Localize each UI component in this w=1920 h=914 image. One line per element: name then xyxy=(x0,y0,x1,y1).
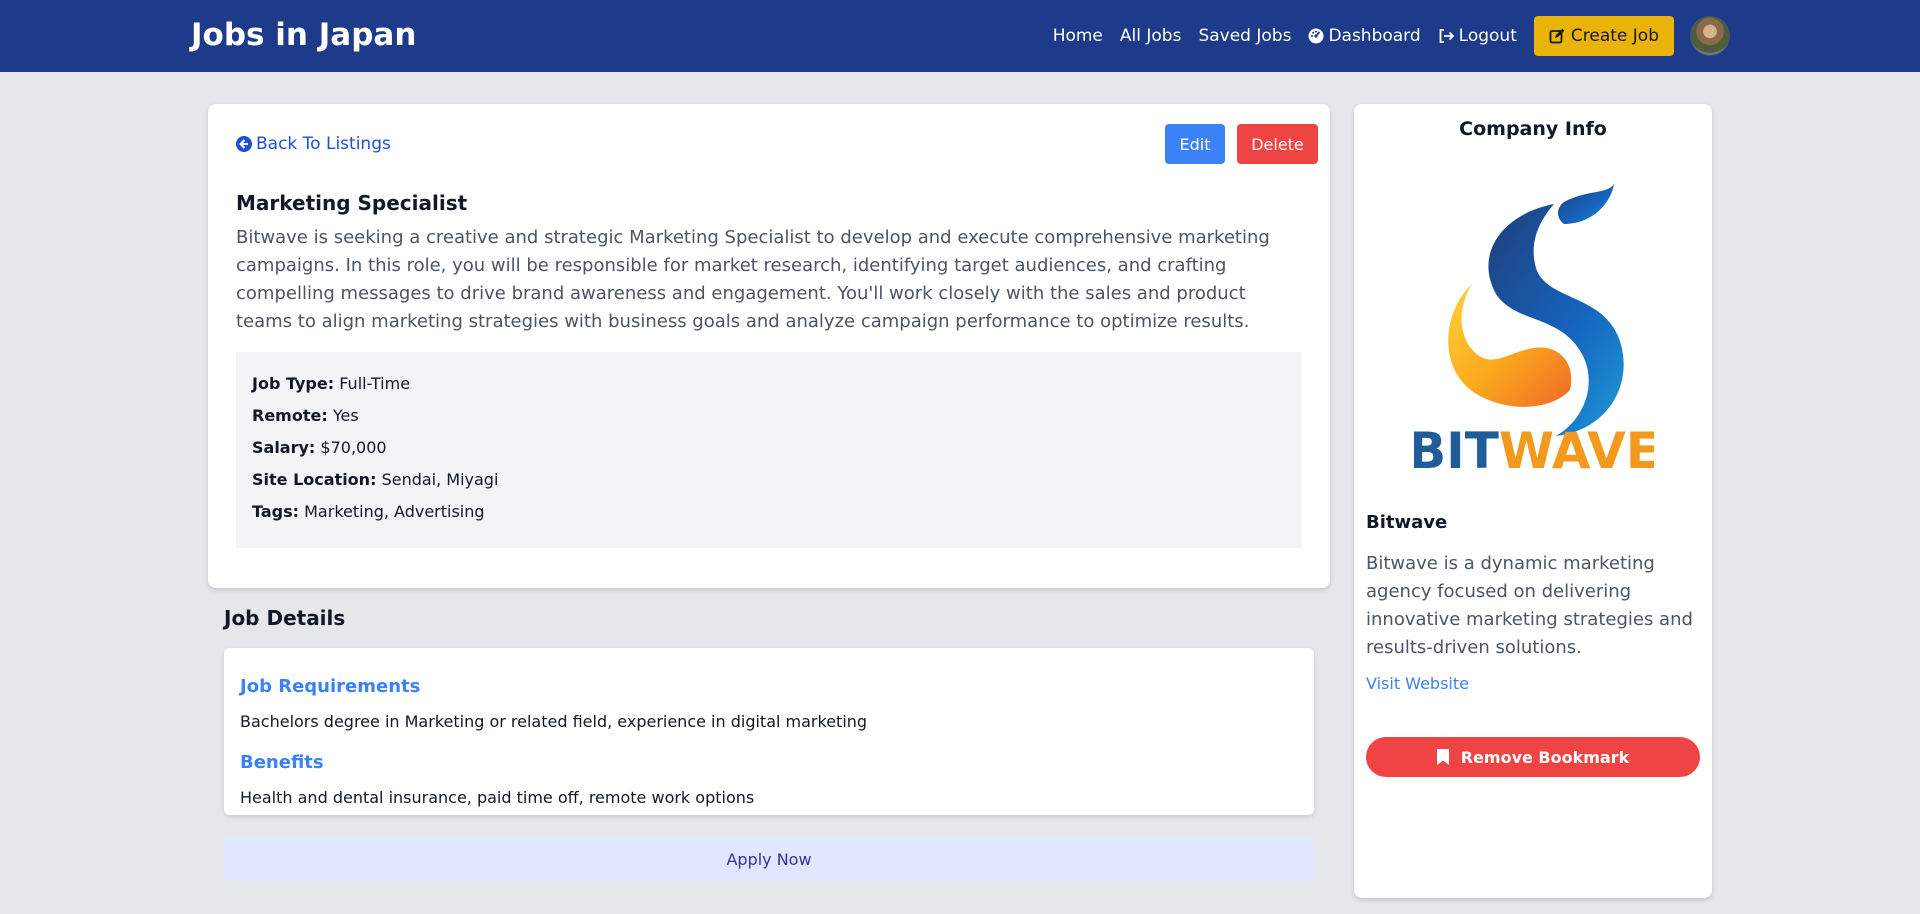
job-type-row: Job Type: Full-Time xyxy=(252,368,1286,400)
nav-saved-jobs[interactable]: Saved Jobs xyxy=(1198,26,1291,46)
salary-value: $70,000 xyxy=(320,438,387,457)
salary-row: Salary: $70,000 xyxy=(252,432,1286,464)
top-navbar: Jobs in Japan Home All Jobs Saved Jobs D… xyxy=(0,0,1920,72)
remove-bookmark-label: Remove Bookmark xyxy=(1460,747,1630,767)
job-details-heading: Job Details xyxy=(224,606,346,630)
nav-logout[interactable]: Logout xyxy=(1438,26,1517,46)
back-to-listings-link[interactable]: Back To Listings xyxy=(236,134,391,154)
gauge-icon xyxy=(1308,28,1324,44)
job-card: Back To Listings Edit Delete Marketing S… xyxy=(208,104,1330,588)
nav-dashboard-label: Dashboard xyxy=(1328,26,1421,46)
job-type-label: Job Type: xyxy=(252,374,335,393)
nav-home-label: Home xyxy=(1052,26,1103,46)
tags-value: Marketing, Advertising xyxy=(304,502,485,521)
nav-menu: Home All Jobs Saved Jobs Dashboard Logou… xyxy=(1036,0,1730,72)
brand-title[interactable]: Jobs in Japan xyxy=(191,17,416,53)
arrow-circle-left-icon xyxy=(236,136,252,152)
job-details-card: Job Requirements Bachelors degree in Mar… xyxy=(224,648,1314,815)
salary-label: Salary: xyxy=(252,438,316,457)
job-info-box: Job Type: Full-Time Remote: Yes Salary: … xyxy=(236,352,1302,548)
create-job-label: Create Job xyxy=(1570,26,1659,46)
remote-label: Remote: xyxy=(252,406,328,425)
requirements-text: Bachelors degree in Marketing or related… xyxy=(240,712,868,731)
nav-home[interactable]: Home xyxy=(1053,26,1103,46)
company-logo: BITWAVE xyxy=(1414,184,1654,474)
nav-dashboard[interactable]: Dashboard xyxy=(1308,26,1421,46)
logo-text-bit: BIT xyxy=(1414,422,1499,474)
requirements-heading: Job Requirements xyxy=(240,676,421,697)
remove-bookmark-button[interactable]: Remove Bookmark xyxy=(1366,737,1700,777)
svg-text:BITWAVE: BITWAVE xyxy=(1414,422,1654,474)
benefits-heading: Benefits xyxy=(240,752,324,773)
tags-label: Tags: xyxy=(252,502,300,521)
site-location-label: Site Location: xyxy=(252,470,377,489)
logo-text-wave: WAVE xyxy=(1499,422,1654,474)
company-description: Bitwave is a dynamic marketing agency fo… xyxy=(1366,553,1693,658)
delete-button[interactable]: Delete xyxy=(1237,124,1318,164)
nav-saved-jobs-label: Saved Jobs xyxy=(1198,26,1292,46)
company-info-heading: Company Info xyxy=(1459,118,1607,140)
company-name: Bitwave xyxy=(1366,512,1448,533)
visit-website-link[interactable]: Visit Website xyxy=(1366,674,1469,693)
nav-logout-label: Logout xyxy=(1458,26,1517,46)
site-location-value: Sendai, Miyagi xyxy=(381,470,499,489)
back-to-listings-label: Back To Listings xyxy=(256,134,391,154)
job-type-value: Full-Time xyxy=(339,374,411,393)
edit-button[interactable]: Edit xyxy=(1165,124,1225,164)
apply-now-button[interactable]: Apply Now xyxy=(224,837,1314,881)
tags-row: Tags: Marketing, Advertising xyxy=(252,496,1286,528)
nav-all-jobs[interactable]: All Jobs xyxy=(1120,26,1182,46)
bookmark-icon xyxy=(1436,749,1449,765)
job-description: Bitwave is seeking a creative and strate… xyxy=(236,227,1270,332)
logout-icon xyxy=(1439,29,1454,43)
avatar[interactable] xyxy=(1690,16,1730,56)
site-location-row: Site Location: Sendai, Miyagi xyxy=(252,464,1286,496)
benefits-text: Health and dental insurance, paid time o… xyxy=(240,788,755,807)
edit-icon xyxy=(1549,28,1565,44)
remote-row: Remote: Yes xyxy=(252,400,1286,432)
create-job-button[interactable]: Create Job xyxy=(1533,16,1674,56)
job-title: Marketing Specialist xyxy=(236,191,468,215)
nav-all-jobs-label: All Jobs xyxy=(1119,26,1182,46)
remote-value: Yes xyxy=(332,406,359,425)
company-info-card: Company Info BITWAVE Bitwave Bitwave is … xyxy=(1354,104,1712,898)
